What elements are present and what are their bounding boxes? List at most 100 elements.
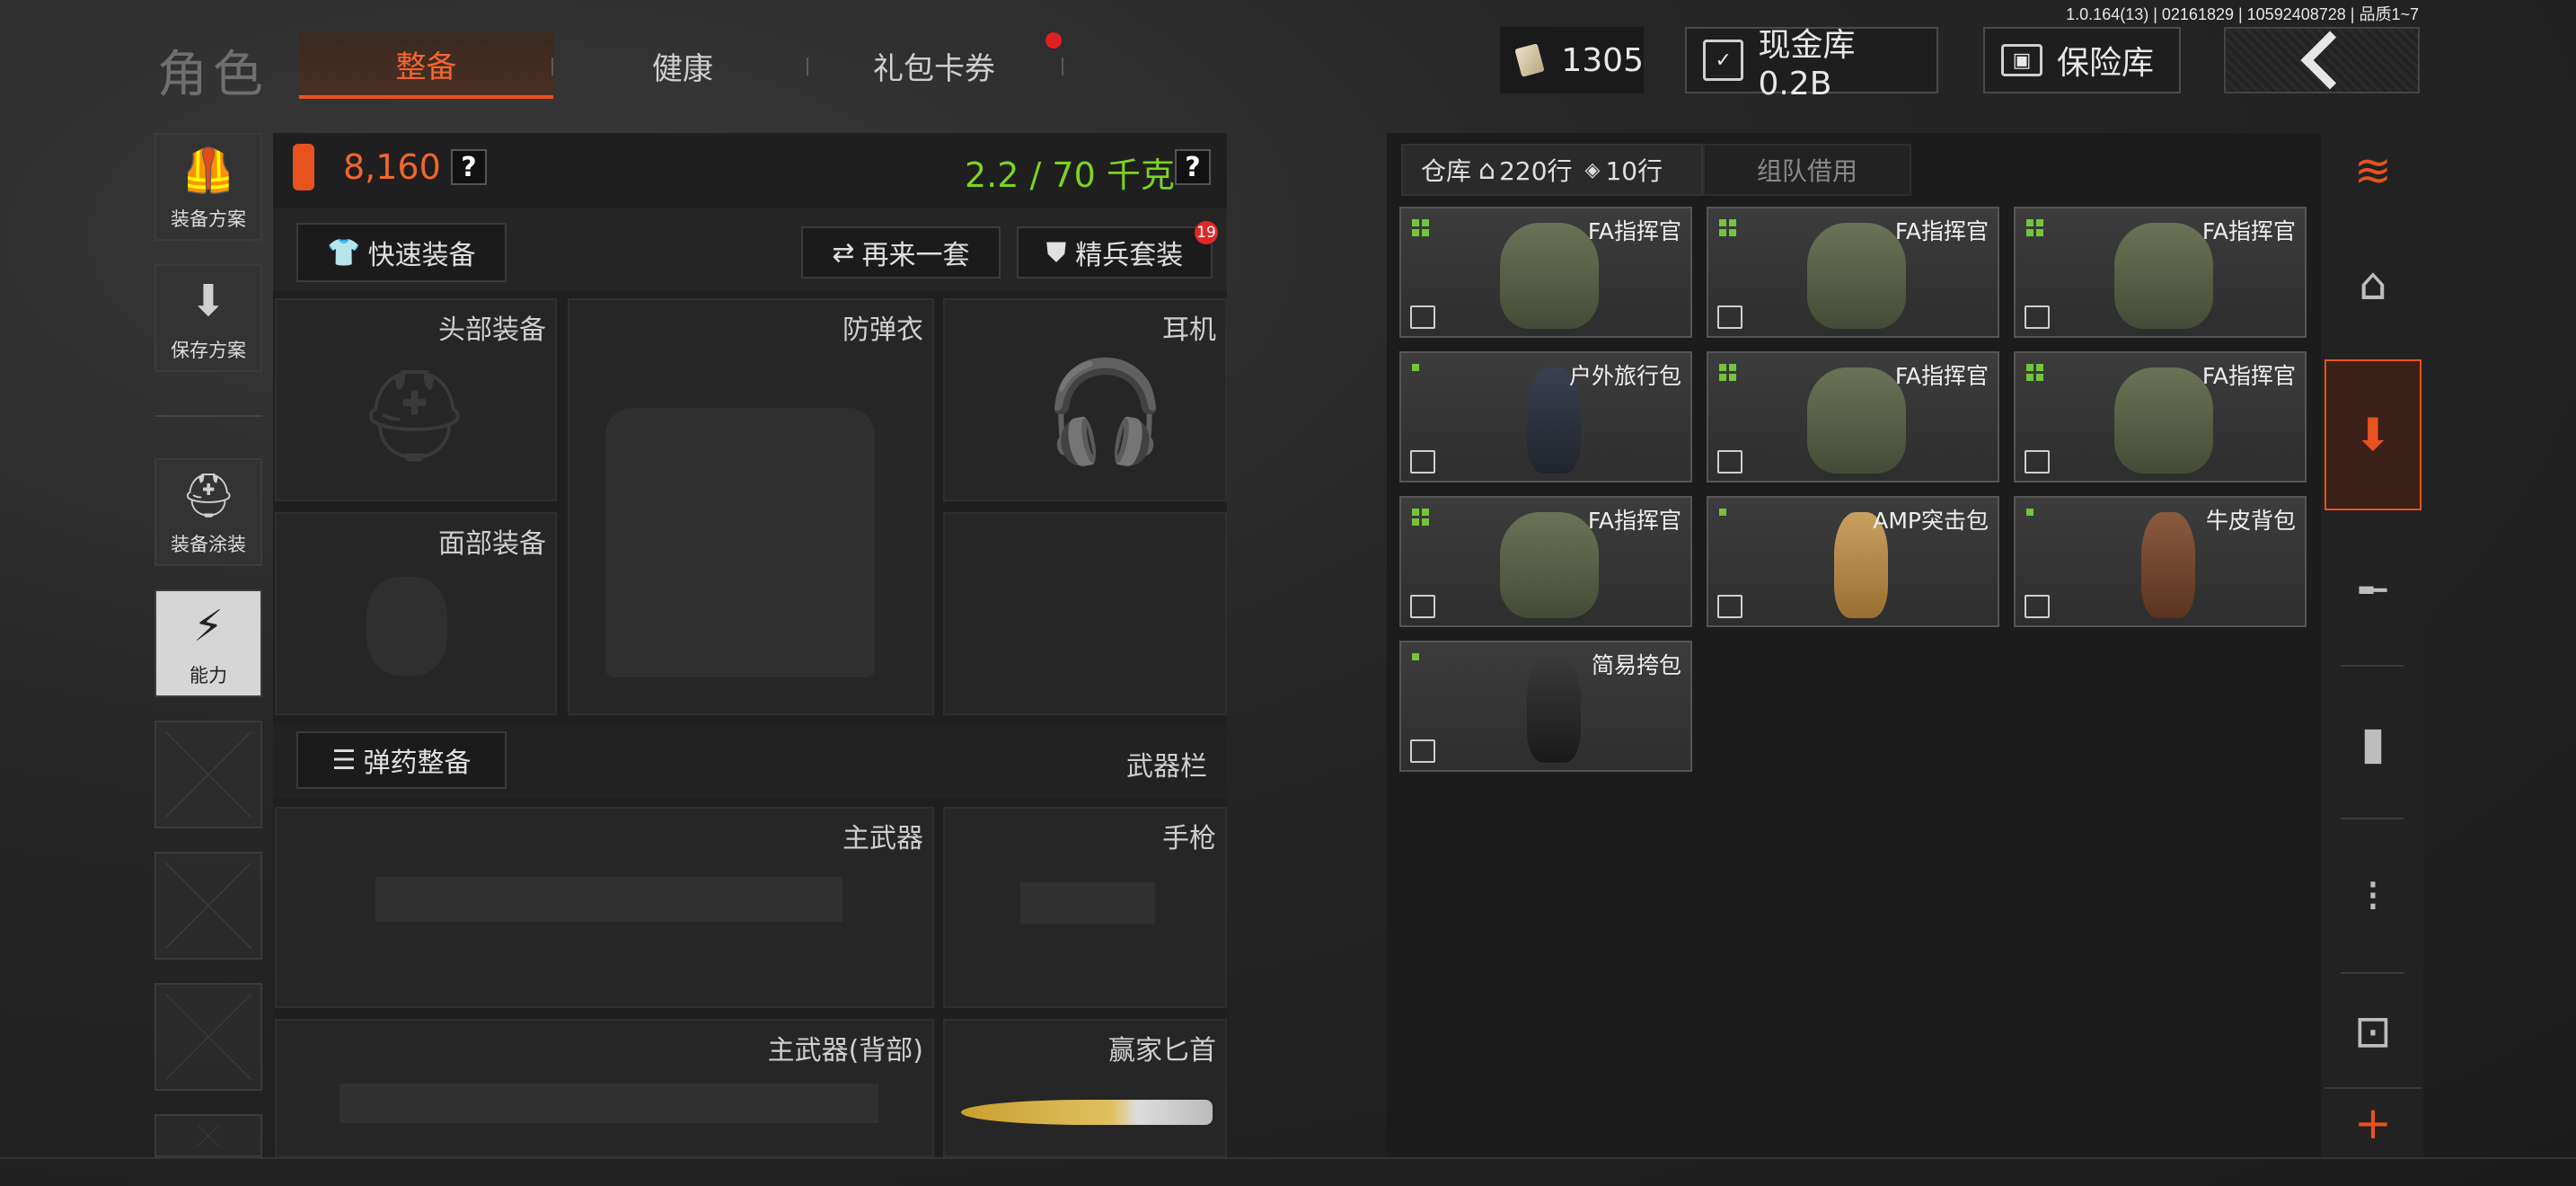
- again-button[interactable]: ⇄ 再来一套: [801, 226, 1001, 279]
- value-help-button[interactable]: ?: [451, 149, 487, 185]
- box-icon: [1410, 595, 1435, 618]
- slot-face[interactable]: 面部装备: [275, 512, 557, 715]
- home-icon: ⌂: [1478, 154, 1496, 186]
- warehouse-item-card[interactable]: 牛皮背包: [2014, 496, 2307, 627]
- item-name: FA指挥官: [1894, 363, 1989, 389]
- magazine-filter-button[interactable]: ▮: [2325, 670, 2422, 816]
- grade-pip: [1412, 509, 1419, 516]
- slot-pistol[interactable]: 手枪: [943, 807, 1227, 1008]
- loadout-value: 8,160: [343, 147, 441, 187]
- warehouse-item-card[interactable]: AMP突击包: [1707, 496, 1999, 627]
- slot-headset[interactable]: 耳机 🎧: [943, 298, 1227, 501]
- warehouse-item-card[interactable]: 户外旅行包: [1399, 351, 1692, 482]
- gear-paint-button[interactable]: ⛑ 装备涂装: [154, 458, 262, 566]
- vest-icon: 🦺: [181, 145, 235, 196]
- grade-pip: [1719, 509, 1726, 516]
- tab-gear[interactable]: 整备: [299, 32, 553, 99]
- knife-icon: [961, 1100, 1213, 1125]
- item-name: 户外旅行包: [1568, 363, 1681, 389]
- grade-pip: [1412, 219, 1419, 226]
- grade-indicator: [1412, 219, 1429, 236]
- backpack-icon: [2114, 367, 2213, 474]
- item-name: 简易挎包: [1591, 652, 1681, 678]
- pistol-silhouette-icon: [1020, 882, 1155, 924]
- slot-melee[interactable]: 赢家匕首: [943, 1019, 1227, 1157]
- scope-filter-button[interactable]: ⊡: [2325, 978, 2422, 1085]
- grade-pip: [2036, 219, 2043, 226]
- scope-icon: ⊡: [2354, 1005, 2392, 1058]
- elite-kit-badge: 19: [1195, 221, 1218, 244]
- backpack-filter-button[interactable]: ⬇: [2325, 359, 2422, 510]
- slot-primary-back[interactable]: 主武器(背部): [275, 1019, 934, 1157]
- item-name: FA指挥官: [1587, 218, 1681, 244]
- ability-button[interactable]: ⚡ 能力: [154, 589, 262, 697]
- box-icon: [1410, 450, 1435, 474]
- warehouse-item-card[interactable]: FA指挥官: [1707, 351, 1999, 482]
- grade-pip: [1422, 229, 1429, 236]
- warehouse-item-card[interactable]: FA指挥官: [2014, 207, 2307, 338]
- box-icon: [1717, 450, 1742, 474]
- slot-head[interactable]: 头部装备 ⛑: [275, 298, 557, 501]
- slot-empty: [943, 512, 1227, 715]
- safe-button[interactable]: ▣ 保险库: [1983, 27, 2181, 93]
- save-plan-button[interactable]: ⬇ 保存方案: [154, 264, 262, 372]
- grade-pip: [1719, 229, 1726, 236]
- backpack-icon: [1500, 223, 1599, 329]
- rifle-silhouette-icon: [375, 877, 842, 922]
- warehouse-item-card[interactable]: 简易挎包: [1399, 641, 1692, 772]
- slot-primary[interactable]: 主武器: [275, 807, 934, 1008]
- stack-refresh-icon: ≋: [2354, 145, 2392, 197]
- grade-pip: [1422, 219, 1429, 226]
- grade-pip: [2026, 229, 2033, 236]
- grade-pip: [2036, 229, 2043, 236]
- warehouse-item-card[interactable]: FA指挥官: [1399, 207, 1692, 338]
- warehouse-tab[interactable]: 仓库 ⌂ 220行 ◈ 10行: [1401, 144, 1703, 196]
- warehouse-item-card[interactable]: FA指挥官: [2014, 351, 2307, 482]
- backpack-icon: [2141, 512, 2195, 618]
- helmet-icon: ⛑: [357, 363, 472, 468]
- grade-pip: [2036, 374, 2043, 381]
- team-borrow-tab[interactable]: 组队借用: [1703, 144, 1911, 196]
- shield-icon: ⛊: [1045, 236, 1067, 269]
- tab-health[interactable]: 健康: [575, 32, 790, 99]
- tab-gift-cards[interactable]: 礼包卡券: [835, 32, 1033, 99]
- currency-display: 1305: [1500, 27, 1644, 93]
- ammo-icon: ⁝: [2366, 870, 2380, 922]
- empty-slot: [154, 983, 262, 1091]
- cash-icon: [1514, 43, 1546, 77]
- elite-kit-button[interactable]: ⛊ 精兵套装: [1017, 226, 1213, 279]
- grade-indicator: [2026, 219, 2043, 236]
- magazine-icon: ▮: [2360, 717, 2386, 769]
- download-icon: ⬇: [190, 276, 227, 326]
- backpack-icon: [2114, 223, 2213, 329]
- weight-help-button[interactable]: ?: [1175, 149, 1211, 185]
- warehouse-item-card[interactable]: FA指挥官: [1399, 496, 1692, 627]
- slot-armor[interactable]: 防弹衣: [568, 298, 934, 715]
- item-name: FA指挥官: [2201, 218, 2296, 244]
- grade-indicator: [1719, 364, 1736, 381]
- tag-icon: ◈: [1584, 158, 1601, 181]
- ammo-equip-button[interactable]: ☰ 弹药整备: [296, 731, 507, 789]
- loadout-plan-button[interactable]: 🦺 装备方案: [154, 133, 262, 241]
- sidebar-divider: [2341, 818, 2404, 819]
- home-filter-button[interactable]: ⌂: [2325, 212, 2422, 356]
- backpack-icon: [1807, 367, 1906, 474]
- sort-refresh-button[interactable]: ≋: [2325, 133, 2422, 208]
- body-armor-icon: [605, 408, 875, 677]
- add-filter-button[interactable]: +: [2325, 1087, 2422, 1157]
- back-button[interactable]: [2224, 27, 2420, 93]
- item-name: FA指挥官: [2201, 363, 2296, 389]
- back-chevron-icon: [2300, 31, 2360, 90]
- ammo-filter-button[interactable]: ⁝: [2325, 823, 2422, 969]
- grade-indicator: [2026, 509, 2043, 516]
- item-name: AMP突击包: [1873, 508, 1989, 534]
- item-name: FA指挥官: [1894, 218, 1989, 244]
- backpack-icon: [1500, 512, 1599, 618]
- cash-vault-button[interactable]: ✓ 现金库 0.2B: [1685, 27, 1938, 102]
- quick-equip-button[interactable]: 👕 快速装备: [296, 223, 507, 282]
- rifle-filter-button[interactable]: ╾: [2325, 518, 2422, 663]
- grade-pip: [2026, 364, 2033, 371]
- cash-vault-icon: ✓: [1703, 40, 1744, 81]
- warehouse-item-card[interactable]: FA指挥官: [1707, 207, 1999, 338]
- grade-pip: [1729, 229, 1736, 236]
